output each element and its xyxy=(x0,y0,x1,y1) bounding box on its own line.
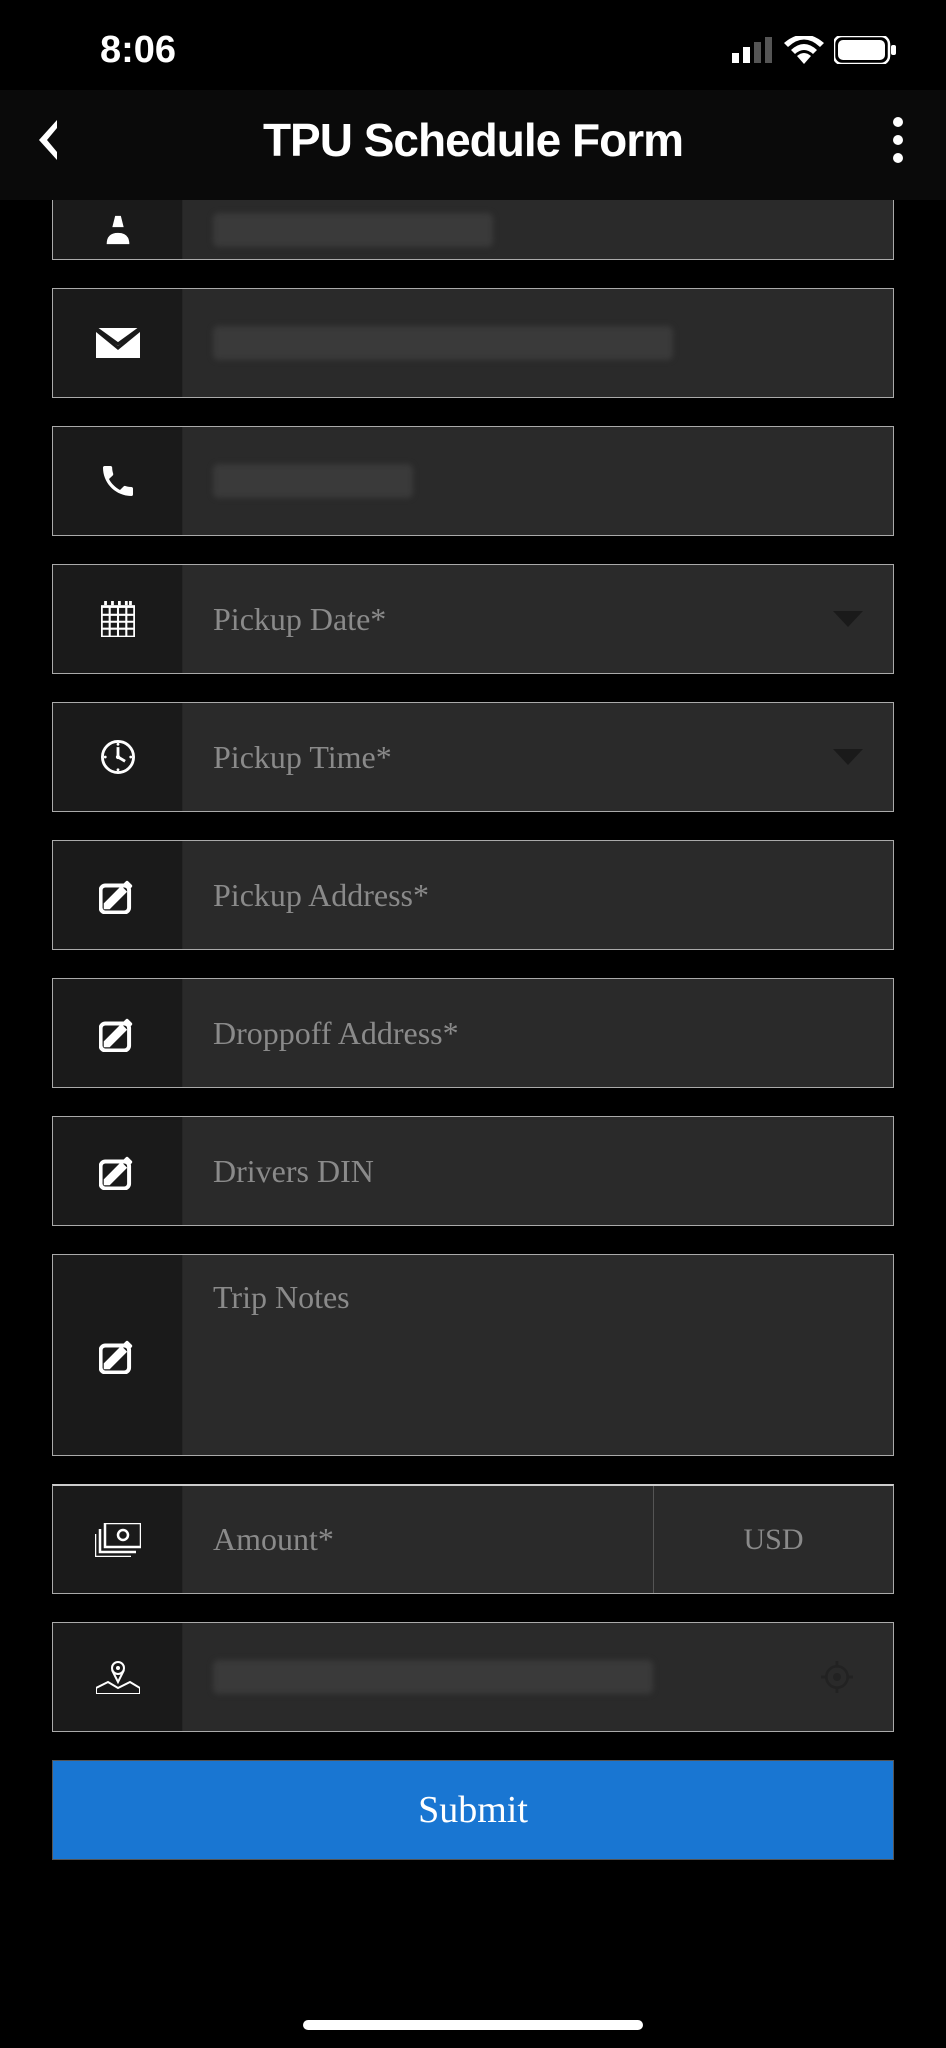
pickup-time-input[interactable] xyxy=(213,739,863,776)
envelope-icon xyxy=(96,328,140,358)
drivers-din-icon-cell xyxy=(53,1117,183,1225)
edit-icon xyxy=(99,1336,137,1374)
status-bar: 8:06 xyxy=(0,0,946,90)
pickup-time-row xyxy=(52,702,894,812)
dropoff-address-input-cell[interactable] xyxy=(183,979,893,1087)
location-redacted xyxy=(213,1660,653,1694)
dropoff-address-icon-cell xyxy=(53,979,183,1087)
date-icon-cell xyxy=(53,565,183,673)
dropoff-address-row xyxy=(52,978,894,1088)
amount-icon-cell xyxy=(53,1486,183,1593)
phone-icon-cell xyxy=(53,427,183,535)
edit-icon xyxy=(99,1152,137,1190)
app-header: TPU Schedule Form xyxy=(0,90,946,200)
trip-notes-icon-cell xyxy=(53,1255,183,1455)
pickup-time-input-cell[interactable] xyxy=(183,703,893,811)
phone-input-cell[interactable] xyxy=(183,427,893,535)
email-field-row xyxy=(52,288,894,398)
drivers-din-input[interactable] xyxy=(213,1153,863,1190)
pickup-address-input-cell[interactable] xyxy=(183,841,893,949)
name-icon-cell xyxy=(53,200,183,259)
pickup-address-icon-cell xyxy=(53,841,183,949)
chevron-down-icon xyxy=(833,749,863,765)
money-icon xyxy=(95,1523,141,1557)
pickup-date-input-cell[interactable] xyxy=(183,565,893,673)
cellular-icon xyxy=(732,37,774,63)
wifi-icon xyxy=(784,36,824,64)
drivers-din-row xyxy=(52,1116,894,1226)
home-indicator[interactable] xyxy=(303,2020,643,2030)
phone-redacted xyxy=(213,464,413,498)
person-icon xyxy=(101,213,135,247)
edit-icon xyxy=(99,876,137,914)
phone-icon xyxy=(98,461,138,501)
pickup-date-row xyxy=(52,564,894,674)
battery-icon xyxy=(834,36,896,64)
edit-icon xyxy=(99,1014,137,1052)
drivers-din-input-cell[interactable] xyxy=(183,1117,893,1225)
clock-icon xyxy=(101,740,135,774)
trip-notes-input-cell[interactable] xyxy=(183,1255,893,1455)
more-dots-icon xyxy=(893,117,903,127)
location-icon-cell xyxy=(53,1623,183,1731)
email-icon-cell xyxy=(53,289,183,397)
status-icons xyxy=(732,36,896,64)
amount-row: USD xyxy=(52,1484,894,1594)
trip-notes-input[interactable] xyxy=(213,1255,863,1455)
dropoff-address-input[interactable] xyxy=(213,1015,863,1052)
page-title: TPU Schedule Form xyxy=(263,113,683,167)
time-icon-cell xyxy=(53,703,183,811)
amount-input-cell[interactable] xyxy=(183,1486,653,1593)
name-input-cell[interactable] xyxy=(183,200,893,259)
more-options-button[interactable] xyxy=(878,110,918,170)
location-row xyxy=(52,1622,894,1732)
pickup-address-row xyxy=(52,840,894,950)
name-field-row xyxy=(52,200,894,260)
amount-input[interactable] xyxy=(213,1521,623,1558)
status-time: 8:06 xyxy=(100,29,176,72)
currency-label: USD xyxy=(653,1486,893,1593)
trip-notes-row xyxy=(52,1254,894,1456)
email-input-cell[interactable] xyxy=(183,289,893,397)
pickup-address-input[interactable] xyxy=(213,877,863,914)
chevron-down-icon xyxy=(833,611,863,627)
calendar-icon xyxy=(101,601,135,637)
chevron-left-icon xyxy=(33,118,63,162)
submit-button[interactable]: Submit xyxy=(52,1760,894,1860)
name-redacted xyxy=(213,213,493,247)
back-button[interactable] xyxy=(28,120,68,160)
schedule-form: USD Submit xyxy=(0,200,946,1860)
pickup-date-input[interactable] xyxy=(213,601,863,638)
location-input-cell[interactable] xyxy=(183,1623,893,1731)
map-pin-icon xyxy=(96,1660,140,1694)
locate-icon[interactable] xyxy=(821,1661,853,1693)
email-redacted xyxy=(213,326,673,360)
phone-field-row xyxy=(52,426,894,536)
